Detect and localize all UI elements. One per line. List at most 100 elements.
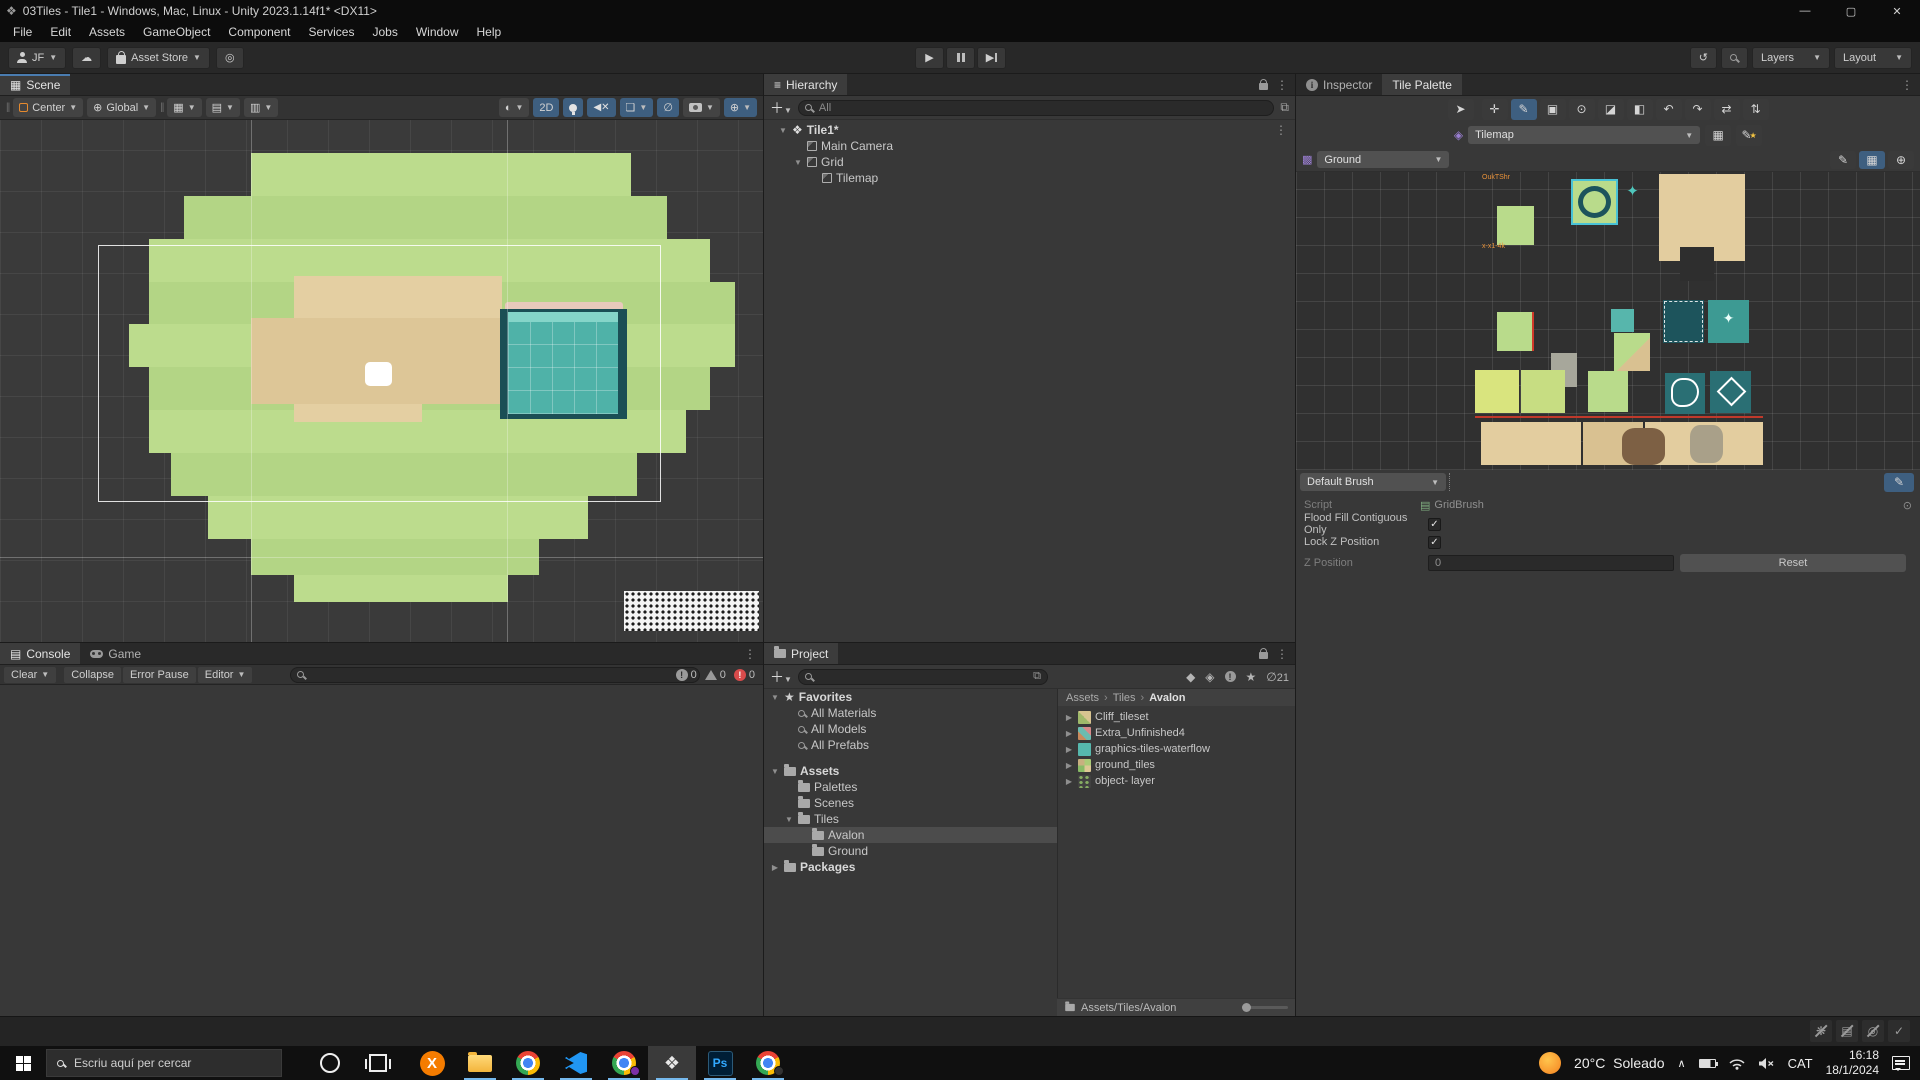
palette-tile[interactable] xyxy=(1663,300,1704,343)
scene-viewport[interactable] xyxy=(0,120,763,643)
language-indicator[interactable]: CAT xyxy=(1788,1056,1813,1071)
tool-eraser-button[interactable]: ◪ xyxy=(1598,99,1624,120)
gizmos-toggle-button[interactable]: ⊕ xyxy=(1888,151,1914,169)
debugger-off-icon[interactable]: ❋ xyxy=(1810,1020,1832,1042)
account-button[interactable]: JF▼ xyxy=(8,47,66,69)
project-tree-ground[interactable]: Ground xyxy=(764,843,1057,859)
tool-box-select-button[interactable]: ▣ xyxy=(1540,99,1566,120)
brush-dropdown[interactable]: Default Brush▼ xyxy=(1300,473,1446,491)
palette-tile[interactable]: ✦ xyxy=(1622,184,1643,206)
panel-menu-icon[interactable]: ⋮ xyxy=(1901,78,1913,92)
lock-icon[interactable] xyxy=(1259,83,1268,90)
taskbar-app-photoshop[interactable]: Ps xyxy=(696,1046,744,1080)
z-position-input[interactable]: 0 xyxy=(1428,555,1674,571)
taskbar-app-chrome[interactable] xyxy=(504,1046,552,1080)
tool-handle-pivot-dropdown[interactable]: Center▼ xyxy=(13,98,83,117)
pick-window-icon[interactable]: ⧉ xyxy=(1033,670,1041,683)
panel-menu-icon[interactable]: ⋮ xyxy=(744,647,756,661)
breadcrumb-assets[interactable]: Assets xyxy=(1066,692,1099,704)
palette-tile[interactable] xyxy=(1611,309,1634,332)
palette-tile[interactable] xyxy=(1481,422,1581,465)
global-search-button[interactable] xyxy=(1721,47,1748,69)
taskbar-app-chrome-profile[interactable] xyxy=(600,1046,648,1080)
lock-z-checkbox[interactable]: ✓ xyxy=(1428,536,1441,549)
palette-tile[interactable] xyxy=(1614,333,1650,371)
menu-help[interactable]: Help xyxy=(468,22,511,42)
search-by-label-icon[interactable]: ◈ xyxy=(1205,670,1214,684)
taskbar-app-vscode[interactable] xyxy=(552,1046,600,1080)
panel-menu-icon[interactable]: ⋮ xyxy=(1276,647,1288,661)
tool-rotate-cw-button[interactable]: ↷ xyxy=(1685,99,1711,120)
taskbar-app-unity[interactable]: ❖ xyxy=(648,1046,696,1080)
palette-tile[interactable] xyxy=(1497,206,1534,245)
palette-tile[interactable] xyxy=(1710,371,1751,413)
menu-edit[interactable]: Edit xyxy=(41,22,80,42)
menu-jobs[interactable]: Jobs xyxy=(363,22,406,42)
search-by-log-icon[interactable]: ! xyxy=(1225,671,1236,682)
flood-fill-checkbox[interactable]: ✓ xyxy=(1428,518,1441,531)
expander-icon[interactable]: ▼ xyxy=(778,126,788,135)
reset-button[interactable]: Reset xyxy=(1680,554,1906,572)
tool-picker-button[interactable]: ⊙ xyxy=(1569,99,1595,120)
grid-visual-button[interactable]: ▤▼ xyxy=(206,98,240,117)
expander-icon[interactable]: ▶ xyxy=(1064,777,1074,786)
taskbar-app-xampp[interactable]: X xyxy=(408,1046,456,1080)
tool-rotate-ccw-button[interactable]: ↶ xyxy=(1656,99,1682,120)
tool-flip-vertical-button[interactable]: ⇅ xyxy=(1743,99,1769,120)
create-add-button[interactable]: ＋▼ xyxy=(770,667,792,687)
tab-tile-palette[interactable]: Tile Palette xyxy=(1382,74,1462,95)
expander-icon[interactable]: ▶ xyxy=(770,863,780,872)
hierarchy-item-tile1-[interactable]: ▼❖Tile1*⋮ xyxy=(764,122,1295,138)
2d-mode-button[interactable]: 2D xyxy=(533,98,559,117)
tab-console[interactable]: ▤Console xyxy=(0,643,80,664)
palette-tile[interactable] xyxy=(1475,370,1519,413)
breadcrumb-tiles[interactable]: Tiles xyxy=(1113,692,1136,704)
menu-window[interactable]: Window xyxy=(407,22,468,42)
tool-paint-button[interactable]: ✎ xyxy=(1511,99,1537,120)
palette-dropdown[interactable]: Ground▼ xyxy=(1317,151,1449,168)
breadcrumb-avalon[interactable]: Avalon xyxy=(1149,692,1185,704)
collab-off-icon[interactable]: ▤ xyxy=(1836,1020,1858,1042)
palette-tile[interactable] xyxy=(1588,371,1628,412)
camera-settings-button[interactable]: ▼ xyxy=(683,98,720,117)
task-view-button[interactable] xyxy=(354,1046,402,1080)
tile-palette-grid[interactable]: ✦✦OukTShrx-x1-4k xyxy=(1296,172,1920,470)
console-info-count[interactable]: !0 xyxy=(672,669,701,681)
object-picker-icon[interactable]: ⊙ xyxy=(1903,499,1912,512)
collapse-toggle[interactable]: Collapse xyxy=(64,667,121,683)
tab-project[interactable]: Project xyxy=(764,643,838,664)
project-tree-all-prefabs[interactable]: All Prefabs xyxy=(764,737,1057,753)
expander-icon[interactable]: ▶ xyxy=(1064,713,1074,722)
volume-muted-icon[interactable] xyxy=(1758,1057,1775,1070)
pick-window-icon[interactable]: ⧉ xyxy=(1280,100,1289,115)
undo-history-button[interactable]: ↺ xyxy=(1690,47,1717,69)
project-tree-scenes[interactable]: Scenes xyxy=(764,795,1057,811)
palette-tile[interactable] xyxy=(1497,312,1534,351)
menu-component[interactable]: Component xyxy=(219,22,299,42)
expander-icon[interactable]: ▼ xyxy=(770,767,780,776)
thumbnail-size-slider[interactable] xyxy=(1242,1006,1288,1009)
grid-settings-button[interactable]: ▦ xyxy=(1705,125,1731,146)
search-by-type-icon[interactable]: ◆ xyxy=(1186,670,1195,684)
palette-tile[interactable] xyxy=(1622,428,1665,465)
favorites-filter-icon[interactable]: ★ xyxy=(1246,670,1257,684)
wifi-icon[interactable] xyxy=(1729,1057,1745,1070)
tab-game[interactable]: Game xyxy=(80,643,151,664)
asset-item-ground[interactable]: ▶ground_tiles xyxy=(1058,757,1295,773)
cloud-button[interactable]: ☁ xyxy=(72,47,101,69)
console-search-input[interactable] xyxy=(290,667,700,683)
active-tilemap-dropdown[interactable]: Tilemap▼ xyxy=(1468,126,1700,144)
project-tree-assets[interactable]: ▼Assets xyxy=(764,763,1057,779)
battery-icon[interactable] xyxy=(1699,1059,1716,1068)
clock[interactable]: 16:18 18/1/2024 xyxy=(1826,1048,1879,1078)
project-tree-favorites[interactable]: ▼★Favorites xyxy=(764,689,1057,705)
expander-icon[interactable]: ▼ xyxy=(784,815,794,824)
menu-assets[interactable]: Assets xyxy=(80,22,134,42)
layout-dropdown[interactable]: Layout▼ xyxy=(1834,47,1912,69)
tool-flip-horizontal-button[interactable]: ⇄ xyxy=(1714,99,1740,120)
error-pause-toggle[interactable]: Error Pause xyxy=(123,667,196,683)
item-menu-icon[interactable]: ⋮ xyxy=(1275,123,1295,137)
play-button[interactable]: ▶ xyxy=(915,47,944,69)
tab-inspector[interactable]: iInspector xyxy=(1296,74,1382,95)
status-ok-icon[interactable]: ✓ xyxy=(1888,1020,1910,1042)
